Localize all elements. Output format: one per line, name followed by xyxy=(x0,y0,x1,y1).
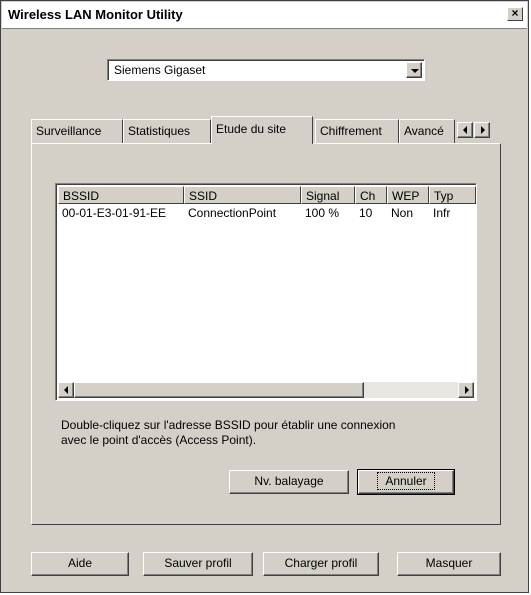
tab-statistiques[interactable]: Statistiques xyxy=(123,119,211,143)
title-bar[interactable]: Wireless LAN Monitor Utility × xyxy=(2,2,527,29)
tab-avance[interactable]: Avancé xyxy=(399,119,455,143)
close-icon: × xyxy=(511,6,519,20)
hint-line: Double-cliquez sur l'adresse BSSID pour … xyxy=(61,418,396,432)
arrow-left-icon xyxy=(64,386,68,394)
help-button[interactable]: Aide xyxy=(31,552,129,576)
tab-scroll-left-button[interactable] xyxy=(457,122,473,138)
tab-label: Statistiques xyxy=(128,124,191,138)
adapter-select-value: Siemens Gigaset xyxy=(114,63,206,77)
app-window: Wireless LAN Monitor Utility × Siemens G… xyxy=(0,0,529,593)
table-row[interactable]: 00-01-E3-01-91-EE ConnectionPoint 100 % … xyxy=(58,206,474,222)
column-header-bssid[interactable]: BSSID xyxy=(58,186,184,204)
arrow-right-icon xyxy=(481,126,485,134)
column-header-signal[interactable]: Signal xyxy=(301,186,355,204)
cell-wep: Non xyxy=(391,206,414,220)
cell-ch: 10 xyxy=(359,206,373,220)
hint-line: avec le point d'accès (Access Point). xyxy=(61,433,257,447)
adapter-select-dropdown-button[interactable] xyxy=(406,62,422,78)
connect-hint: Double-cliquez sur l'adresse BSSID pour … xyxy=(61,418,481,448)
window-title: Wireless LAN Monitor Utility xyxy=(8,7,183,22)
tab-label: Chiffrement xyxy=(320,124,382,138)
horizontal-scrollbar[interactable] xyxy=(58,382,474,398)
cell-type: Infr xyxy=(433,206,451,220)
column-header-ssid[interactable]: SSID xyxy=(184,186,301,204)
tab-label: Etude du site xyxy=(216,122,287,136)
list-header: BSSID SSID Signal Ch WEP Typ xyxy=(58,186,476,204)
tab-label: Avancé xyxy=(404,124,444,138)
hide-button-label: Masquer xyxy=(425,556,473,570)
chevron-down-icon xyxy=(411,69,419,73)
tab-chiffrement[interactable]: Chiffrement xyxy=(315,119,399,143)
load-profile-button-label: Charger profil xyxy=(284,556,358,570)
adapter-select[interactable]: Siemens Gigaset xyxy=(107,59,425,81)
cell-signal: 100 % xyxy=(305,206,340,220)
save-profile-button[interactable]: Sauver profil xyxy=(143,552,253,576)
column-header-ch[interactable]: Ch xyxy=(355,186,387,204)
cell-bssid: 00-01-E3-01-91-EE xyxy=(62,206,167,220)
column-header-type[interactable]: Typ xyxy=(429,186,476,204)
arrow-right-icon xyxy=(465,386,469,394)
hide-button[interactable]: Masquer xyxy=(397,552,501,576)
rescan-button[interactable]: Nv. balayage xyxy=(229,470,349,494)
site-survey-list[interactable]: BSSID SSID Signal Ch WEP Typ 00-01-E3-01… xyxy=(55,183,477,401)
scroll-left-button[interactable] xyxy=(58,382,74,398)
tab-label: Surveillance xyxy=(36,124,102,138)
cancel-button[interactable]: Annuler xyxy=(357,469,455,495)
close-button[interactable]: × xyxy=(507,7,523,21)
help-button-label: Aide xyxy=(67,556,93,570)
tab-scroll-right-button[interactable] xyxy=(474,122,490,138)
tab-surveillance[interactable]: Surveillance xyxy=(31,119,123,143)
rescan-button-label: Nv. balayage xyxy=(254,474,324,488)
cell-ssid: ConnectionPoint xyxy=(188,206,277,220)
load-profile-button[interactable]: Charger profil xyxy=(263,552,379,576)
arrow-left-icon xyxy=(463,126,467,134)
cancel-button-label: Annuler xyxy=(377,472,435,490)
tab-etude-du-site[interactable]: Etude du site xyxy=(211,116,313,144)
save-profile-button-label: Sauver profil xyxy=(164,556,232,570)
tab-bar: Surveillance Statistiques Etude du site … xyxy=(31,116,501,144)
scroll-right-button[interactable] xyxy=(458,382,474,398)
scrollbar-thumb[interactable] xyxy=(74,382,364,398)
column-header-wep[interactable]: WEP xyxy=(387,186,429,204)
